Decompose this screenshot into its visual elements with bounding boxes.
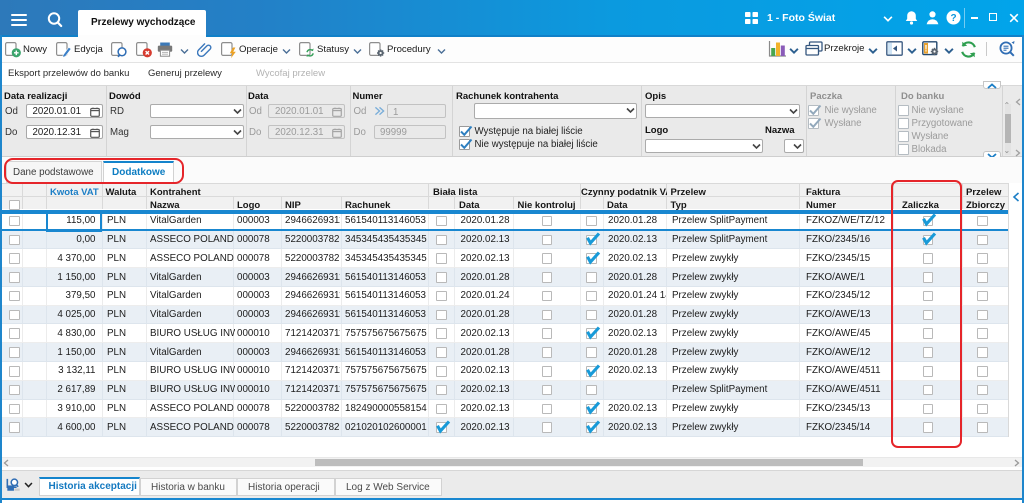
- svg-text:!: !: [925, 44, 928, 54]
- svg-text:?: ?: [950, 13, 956, 24]
